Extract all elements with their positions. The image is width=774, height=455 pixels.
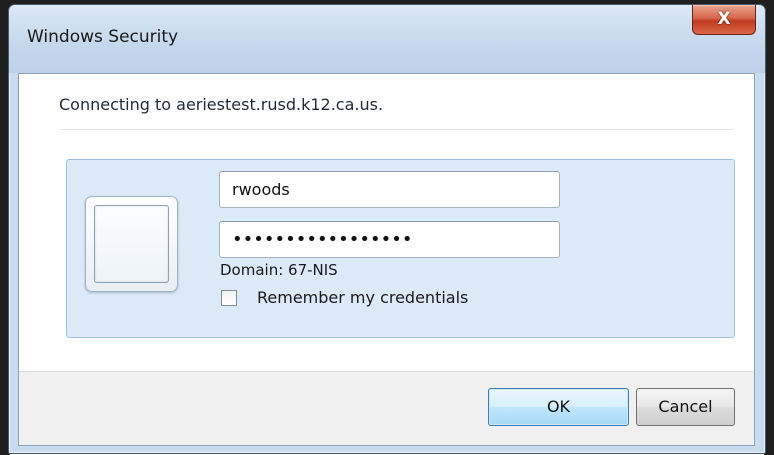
cancel-button[interactable]: Cancel [636,388,735,426]
password-field[interactable]: ••••••••••••••••• [219,221,560,258]
dialog-body: Connecting to aeriestest.rusd.k12.ca.us.… [18,73,755,446]
ok-button[interactable]: OK [488,388,629,426]
title-bar[interactable]: Windows Security X [9,5,765,73]
button-bar: OK Cancel [19,371,754,445]
remember-credentials-label[interactable]: Remember my credentials [257,288,468,307]
user-tile-frame [94,205,169,283]
domain-label: Domain: 67-NIS [220,261,338,279]
dialog-title: Windows Security [27,27,179,47]
remember-credentials-checkbox[interactable] [221,290,237,306]
divider [60,129,733,130]
user-tile-icon [85,196,178,292]
close-button[interactable]: X [692,5,756,35]
close-icon: X [717,9,731,29]
credential-tile[interactable]: rwoods ••••••••••••••••• Domain: 67-NIS … [66,159,735,338]
connecting-message: Connecting to aeriestest.rusd.k12.ca.us. [59,95,384,114]
username-field[interactable]: rwoods [219,171,560,208]
security-dialog: Windows Security X Connecting to aeriest… [8,4,766,454]
